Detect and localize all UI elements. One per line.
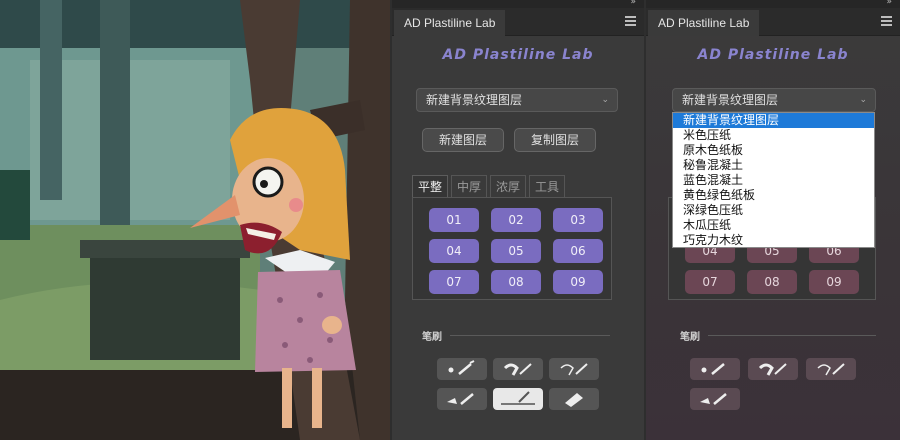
pen-icon: [817, 363, 845, 376]
panel-tab-bar: AD Plastiline Lab: [646, 8, 900, 36]
smudge-icon: [447, 393, 474, 405]
tab-gongju[interactable]: 工具: [529, 175, 565, 197]
preset-button-06[interactable]: 06: [553, 239, 603, 263]
preset-button-07[interactable]: 07: [685, 270, 735, 294]
tab-pingzheng[interactable]: 平整: [412, 175, 448, 197]
panel-top-strip: »: [646, 0, 900, 8]
brush-icon: [701, 363, 725, 375]
dropdown-option[interactable]: 原木色纸板: [673, 143, 874, 158]
chevron-down-icon: ⌄: [859, 95, 867, 105]
section-divider: [450, 335, 610, 336]
preset-button-01[interactable]: 01: [429, 208, 479, 232]
new-layer-button[interactable]: 新建图层: [422, 128, 504, 152]
texture-layer-select[interactable]: 新建背景纹理图层 ⌄: [672, 88, 876, 112]
eraser-icon: [565, 393, 583, 407]
panel-tab-bar: AD Plastiline Lab: [392, 8, 644, 36]
texture-layer-select[interactable]: 新建背景纹理图层 ⌄: [416, 88, 618, 112]
preset-button-02[interactable]: 02: [491, 208, 541, 232]
smudge-icon: [700, 393, 727, 405]
brush-icon: [501, 391, 535, 405]
tab-strip: 平整 中厚 浓厚 工具: [412, 175, 612, 197]
hamburger-menu-icon[interactable]: [881, 16, 892, 26]
brush-button-4[interactable]: [690, 388, 740, 410]
collapse-panels-icon[interactable]: »: [630, 0, 638, 7]
brush-button-2[interactable]: [748, 358, 798, 380]
dropdown-option[interactable]: 蓝色混凝土: [673, 173, 874, 188]
dropdown-option[interactable]: 黄色绿色纸板: [673, 188, 874, 203]
dropdown-option[interactable]: 新建背景纹理图层: [673, 113, 874, 128]
dropdown-option[interactable]: 秘鲁混凝土: [673, 158, 874, 173]
preset-button-04[interactable]: 04: [429, 239, 479, 263]
panel-tab-title[interactable]: AD Plastiline Lab: [648, 10, 760, 36]
preset-button-07[interactable]: 07: [429, 270, 479, 294]
preset-button-08[interactable]: 08: [491, 270, 541, 294]
brush-button-1[interactable]: [437, 358, 487, 380]
brush-button-1[interactable]: [690, 358, 740, 380]
brush-section-label: 笔刷: [422, 332, 442, 343]
preset-grid: 01 02 03 04 05 06 07 08 09: [412, 197, 612, 300]
brush-section-label: 笔刷: [680, 332, 700, 343]
select-value: 新建背景纹理图层: [682, 93, 779, 107]
plugin-title: AD Plastiline Lab: [442, 47, 594, 63]
pen-icon: [758, 363, 787, 376]
canvas-artwork: [0, 0, 390, 440]
dropdown-option[interactable]: 米色压纸: [673, 128, 874, 143]
section-divider: [708, 335, 876, 336]
brush-button-6[interactable]: [549, 388, 599, 410]
hamburger-menu-icon[interactable]: [625, 16, 636, 26]
tab-nonghou[interactable]: 浓厚: [490, 175, 526, 197]
panel-top-strip: »: [392, 0, 644, 8]
collapse-panels-icon[interactable]: »: [886, 0, 894, 7]
chevron-down-icon: ⌄: [601, 95, 609, 105]
plugin-panel-left: » AD Plastiline Lab AD Plastiline Lab 新建…: [392, 0, 644, 440]
pen-icon: [560, 363, 588, 376]
preset-button-05[interactable]: 05: [491, 239, 541, 263]
brush-button-5[interactable]: [493, 388, 543, 410]
dropdown-option[interactable]: 巧克力木纹: [673, 233, 874, 248]
copy-layer-button[interactable]: 复制图层: [514, 128, 596, 152]
preset-button-09[interactable]: 09: [553, 270, 603, 294]
preset-button-08[interactable]: 08: [747, 270, 797, 294]
select-value: 新建背景纹理图层: [426, 93, 523, 107]
preset-button-03[interactable]: 03: [553, 208, 603, 232]
brush-icon: [448, 360, 475, 375]
dropdown-option[interactable]: 木瓜压纸: [673, 218, 874, 233]
texture-dropdown-list: 新建背景纹理图层 米色压纸 原木色纸板 秘鲁混凝土 蓝色混凝土 黄色绿色纸板 深…: [672, 112, 875, 248]
brush-button-2[interactable]: [493, 358, 543, 380]
brush-button-4[interactable]: [437, 388, 487, 410]
dropdown-option[interactable]: 深绿色压纸: [673, 203, 874, 218]
preset-button-09[interactable]: 09: [809, 270, 859, 294]
brush-button-3[interactable]: [806, 358, 856, 380]
brush-button-3[interactable]: [549, 358, 599, 380]
tab-zhonghou[interactable]: 中厚: [451, 175, 487, 197]
plugin-title: AD Plastiline Lab: [697, 47, 849, 63]
panel-tab-title[interactable]: AD Plastiline Lab: [394, 10, 506, 36]
pen-icon: [503, 363, 532, 376]
